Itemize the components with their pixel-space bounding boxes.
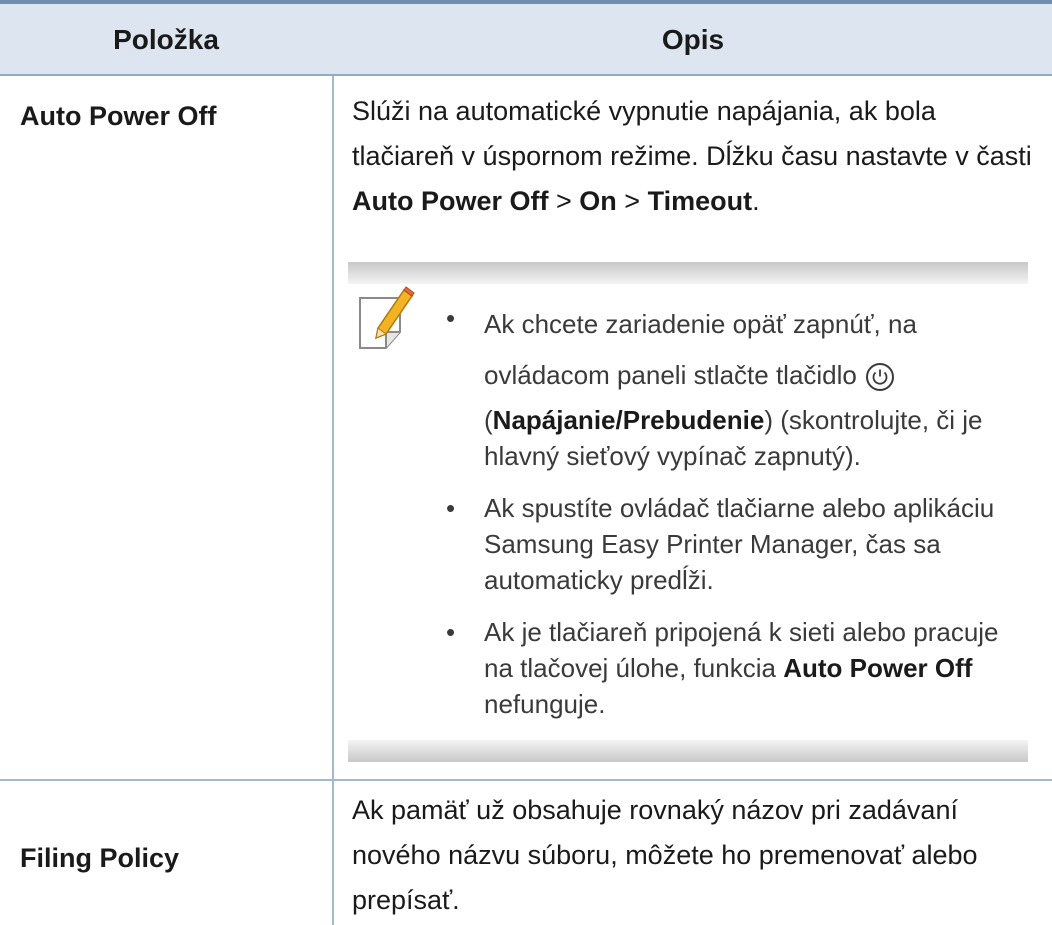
note-band-top xyxy=(348,262,1028,284)
column-divider xyxy=(332,76,334,779)
header-polozka: Položka xyxy=(113,24,219,55)
row-desc-auto-power-off: Slúži na automatické vypnutie napájania,… xyxy=(352,89,1042,224)
bullet-open-paren: ( xyxy=(484,405,493,435)
list-item: • Ak spustíte ovládač tlačiarne alebo ap… xyxy=(446,490,1026,598)
bullet-text: Ak spustíte ovládač tlačiarne alebo apli… xyxy=(484,493,995,595)
bullet-dot: • xyxy=(446,493,456,523)
bullet-dot: • xyxy=(446,303,456,333)
bullet-bold: Auto Power Off xyxy=(783,653,973,683)
header-divider xyxy=(0,74,1052,76)
note-band-bottom xyxy=(348,740,1028,762)
bullet-text: Ak chcete zariadenie opäť zapnúť, na ovl… xyxy=(484,300,1026,474)
list-item: • Ak chcete zariadenie opäť zapnúť, na o… xyxy=(446,300,1026,474)
note-pencil-icon xyxy=(359,286,415,349)
desc-menu-timeout: Timeout xyxy=(647,186,753,216)
row-item-auto-power-off: Auto Power Off xyxy=(20,101,217,131)
table-header: Položka Opis xyxy=(0,4,1052,74)
row-desc-filing-policy: Ak pamäť už obsahuje rovnaký názov pri z… xyxy=(352,795,978,915)
list-item: • Ak je tlačiareň pripojená k sieti aleb… xyxy=(446,614,1026,722)
desc-sep: > xyxy=(616,186,648,216)
desc-menu-on: On xyxy=(579,186,617,216)
header-opis: Opis xyxy=(661,24,725,55)
power-icon xyxy=(865,363,894,392)
bullet-text: Ak je tlačiareň pripojená k sieti alebo … xyxy=(484,614,1026,722)
column-divider xyxy=(332,781,334,925)
desc-menu-auto-power-off: Auto Power Off xyxy=(352,186,549,216)
bullet-bold: Napájanie/Prebudenie xyxy=(492,405,765,435)
desc-sep: > xyxy=(548,186,580,216)
row-item-filing-policy: Filing Policy xyxy=(20,843,180,873)
desc-end: . xyxy=(752,186,760,216)
note-bullets: • Ak chcete zariadenie opäť zapnúť, na o… xyxy=(446,303,1026,738)
bullet-line-power: ovládacom paneli stlačte tlačidlo xyxy=(484,348,1026,402)
note-box: • Ak chcete zariadenie opäť zapnúť, na o… xyxy=(348,262,1028,762)
bullet-line: ovládacom paneli stlačte tlačidlo xyxy=(484,360,857,390)
bullet-line: Ak chcete zariadenie opäť zapnúť, na xyxy=(484,309,917,339)
desc-text: Slúži na automatické vypnutie napájania,… xyxy=(352,96,1032,171)
bullet-dot: • xyxy=(446,617,456,647)
bullet-end: nefunguje. xyxy=(484,689,606,719)
row-divider xyxy=(0,779,1052,781)
